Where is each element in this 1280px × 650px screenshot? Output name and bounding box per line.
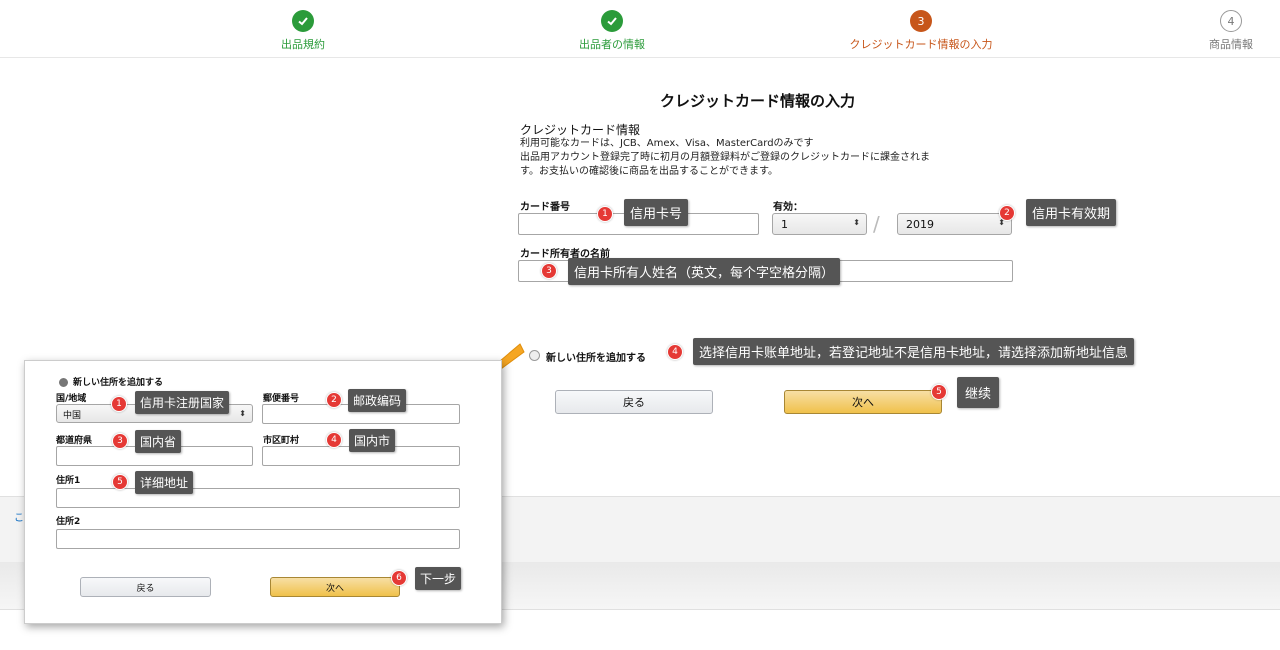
annotation-postal-code: 邮政编码: [348, 389, 407, 412]
card-info-text: 利用可能なカードは、JCB、Amex、Visa、MasterCardのみです 出…: [520, 137, 1010, 179]
select-arrows-icon: ⬍: [239, 409, 246, 418]
country-label: 国/地域: [56, 394, 87, 404]
info-line: す。お支払いの確認後に商品を出品することができます。: [520, 166, 778, 177]
step-label: 商品情報: [1209, 38, 1253, 51]
back-button[interactable]: 戻る: [555, 390, 713, 414]
annotation-badge: 1: [597, 206, 613, 222]
section-heading: クレジットカード情報: [520, 123, 641, 137]
expiry-year-select[interactable]: 2019 ⬍: [897, 213, 1012, 235]
step-label: 出品者の情報: [579, 38, 645, 51]
annotation-city: 国内市: [349, 429, 396, 452]
select-arrows-icon: ⬍: [853, 218, 860, 227]
step-product-info: 4 商品情報: [1151, 10, 1280, 52]
annotation-badge: 2: [326, 392, 342, 408]
check-icon: [292, 10, 314, 32]
annotation-badge: 4: [326, 432, 342, 448]
page-title: クレジットカード情報の入力: [660, 92, 856, 110]
next-button[interactable]: 次へ: [784, 390, 942, 414]
address1-input[interactable]: [56, 488, 460, 508]
check-icon: [601, 10, 623, 32]
annotation-badge: 4: [667, 344, 683, 360]
annotation-badge: 2: [999, 205, 1015, 221]
annotation-badge: 5: [112, 474, 128, 490]
annotation-badge: 3: [541, 263, 557, 279]
panel-add-address-radio[interactable]: [59, 378, 68, 387]
add-address-label: 新しい住所を追加する: [546, 353, 646, 364]
annotation-card-number: 信用卡号: [624, 199, 689, 226]
step-number: 3: [910, 10, 932, 32]
card-number-label: カード番号: [520, 202, 570, 213]
annotation-continue: 继续: [957, 377, 1000, 408]
info-line: 出品用アカウント登録完了時に初月の月額登録料がご登録のクレジットカードに課金され…: [520, 152, 930, 163]
annotation-country: 信用卡注册国家: [135, 391, 230, 414]
prefecture-label: 都道府県: [56, 436, 93, 446]
postal-code-label: 郵便番号: [263, 394, 300, 404]
add-address-radio[interactable]: [529, 350, 540, 361]
new-address-panel: 新しい住所を追加する 国/地域 中国 ⬍ 郵便番号 都道府県 市区町村 住所1 …: [24, 360, 502, 624]
annotation-address: 选择信用卡账单地址，若登记地址不是信用卡地址，请选择添加新地址信息: [693, 338, 1135, 365]
address2-input[interactable]: [56, 529, 460, 549]
panel-next-button[interactable]: 次へ: [270, 577, 400, 597]
annotation-holder-name: 信用卡所有人姓名（英文，每个字空格分隔）: [568, 258, 841, 285]
address2-label: 住所2: [56, 517, 81, 527]
footer-link[interactable]: こ: [14, 509, 24, 524]
annotation-address1: 详细地址: [135, 471, 194, 494]
info-line: 利用可能なカードは、JCB、Amex、Visa、MasterCardのみです: [520, 138, 814, 149]
expiry-year-value: 2019: [906, 218, 934, 231]
expiry-label: 有効：: [773, 202, 803, 213]
step-label: クレジットカード情報の入力: [849, 38, 993, 51]
annotation-badge: 1: [111, 396, 127, 412]
expiry-month-value: 1: [781, 218, 788, 231]
progress-stepper: 出品規約 出品者の情報 3 クレジットカード情報の入力 4 商品情報: [0, 0, 1280, 58]
step-terms: 出品規約: [223, 10, 383, 52]
panel-add-address-label: 新しい住所を追加する: [73, 378, 164, 388]
step-number: 4: [1220, 10, 1242, 32]
country-value: 中国: [63, 411, 82, 421]
annotation-expiry: 信用卡有效期: [1026, 199, 1117, 226]
annotation-next-step: 下一步: [415, 567, 462, 590]
expiry-separator: /: [873, 212, 880, 236]
city-label: 市区町村: [263, 436, 300, 446]
panel-back-button[interactable]: 戻る: [80, 577, 211, 597]
step-credit-card: 3 クレジットカード情報の入力: [841, 10, 1001, 52]
step-seller-info: 出品者の情報: [532, 10, 692, 52]
annotation-badge: 3: [112, 433, 128, 449]
annotation-badge: 5: [931, 384, 947, 400]
annotation-badge: 6: [391, 570, 407, 586]
address1-label: 住所1: [56, 476, 81, 486]
expiry-month-select[interactable]: 1 ⬍: [772, 213, 867, 235]
step-label: 出品規約: [281, 38, 325, 51]
annotation-prefecture: 国内省: [135, 430, 182, 453]
